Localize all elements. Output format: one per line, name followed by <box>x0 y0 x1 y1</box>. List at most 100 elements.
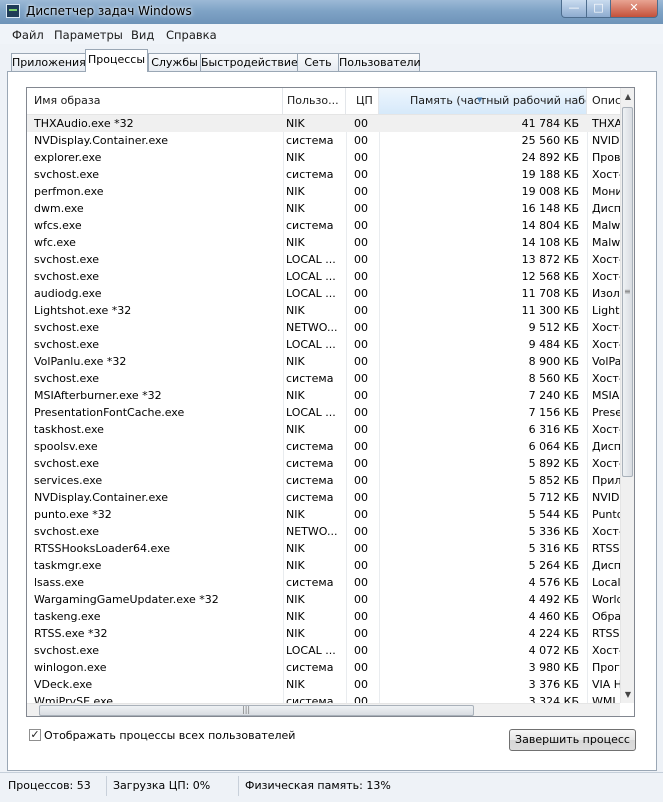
cell-user: NIK <box>286 202 305 215</box>
menu-options[interactable]: Параметры <box>54 28 123 42</box>
maximize-button[interactable]: □ <box>586 0 611 18</box>
cell-user: NIK <box>286 236 305 249</box>
cell-cpu: 00 <box>354 304 368 317</box>
cell-memory: 16 148 КБ <box>521 202 579 215</box>
title-bar[interactable]: Диспетчер задач Windows — □ ✕ <box>0 0 663 24</box>
cell-user: NIK <box>286 185 305 198</box>
cell-description: Хост- <box>592 423 620 436</box>
table-row[interactable]: services.exe система 00 5 852 КБ Прило <box>27 472 620 489</box>
table-row[interactable]: VolPanlu.exe *32 NIK 00 8 900 КБ VolPa <box>27 353 620 370</box>
cell-image-name: spoolsv.exe <box>34 440 98 453</box>
table-row[interactable]: THXAudio.exe *32 NIK 00 41 784 КБ THXA <box>27 115 620 132</box>
table-row[interactable]: svchost.exe LOCAL ... 00 13 872 КБ Хост- <box>27 251 620 268</box>
table-row[interactable]: NVDisplay.Container.exe система 00 5 712 КБ… <box>27 489 620 506</box>
table-row[interactable]: RTSS.exe *32 NIK 00 4 224 КБ RTSS <box>27 625 620 642</box>
cell-image-name: PresentationFontCache.exe <box>34 406 185 419</box>
cell-image-name: RTSS.exe *32 <box>34 627 108 640</box>
column-memory[interactable]: ▼ Память (частный рабочий набор) <box>379 88 587 114</box>
table-row[interactable]: svchost.exe система 00 19 188 КБ Хост- <box>27 166 620 183</box>
table-row[interactable]: PresentationFontCache.exe LOCAL ... 00 7 15… <box>27 404 620 421</box>
table-row[interactable]: svchost.exe NETWO... 00 5 336 КБ Хост- <box>27 523 620 540</box>
column-user[interactable]: Пользо... <box>283 88 346 114</box>
table-row[interactable]: dwm.exe NIK 00 16 148 КБ Диспе <box>27 200 620 217</box>
cell-cpu: 00 <box>354 627 368 640</box>
table-row[interactable]: svchost.exe система 00 5 892 КБ Хост- <box>27 455 620 472</box>
sort-descending-icon: ▼ <box>477 96 483 104</box>
column-image-name[interactable]: Имя образа <box>27 88 283 114</box>
table-row[interactable]: svchost.exe система 00 8 560 КБ Хост- <box>27 370 620 387</box>
table-row[interactable]: audiodg.exe LOCAL ... 00 11 708 КБ Изоля <box>27 285 620 302</box>
cell-description: Прогр <box>592 661 620 674</box>
cell-cpu: 00 <box>354 423 368 436</box>
horizontal-scroll-thumb[interactable] <box>39 705 474 716</box>
cell-cpu: 00 <box>354 559 368 572</box>
cell-user: NETWO... <box>286 321 338 334</box>
cell-memory: 25 560 КБ <box>521 134 579 147</box>
cell-description: Прило <box>592 474 620 487</box>
cell-memory: 8 900 КБ <box>528 355 579 368</box>
grip-icon: ||| <box>242 705 251 714</box>
table-row[interactable]: perfmon.exe NIK 00 19 008 КБ Мони <box>27 183 620 200</box>
cell-cpu: 00 <box>354 610 368 623</box>
cell-user: LOCAL ... <box>286 338 336 351</box>
horizontal-scrollbar[interactable]: ||| <box>27 703 620 716</box>
cell-description: VIA H <box>592 678 620 691</box>
table-row[interactable]: taskeng.exe NIK 00 4 460 КБ Обра <box>27 608 620 625</box>
table-row[interactable]: WmiPrvSE.exe система 00 3 324 КБ WMI I <box>27 693 620 703</box>
table-row[interactable]: VDeck.exe NIK 00 3 376 КБ VIA H <box>27 676 620 693</box>
table-row[interactable]: WargamingGameUpdater.exe *32 NIK 00 4 492 К… <box>27 591 620 608</box>
end-process-button[interactable]: Завершить процесс <box>509 729 636 751</box>
show-all-users-checkbox[interactable]: ✓ <box>29 729 41 741</box>
tab-network[interactable]: Сеть <box>297 53 339 71</box>
menu-help[interactable]: Справка <box>166 28 217 42</box>
menu-file[interactable]: Файл <box>12 28 44 42</box>
cell-cpu: 00 <box>354 270 368 283</box>
process-list[interactable]: Имя образа Пользо... ЦП ▼ Память (частны… <box>26 87 635 717</box>
cell-image-name: wfcs.exe <box>34 219 82 232</box>
cell-user: система <box>286 219 334 232</box>
cell-image-name: MSIAfterburner.exe *32 <box>34 389 162 402</box>
table-row[interactable]: winlogon.exe система 00 3 980 КБ Прогр <box>27 659 620 676</box>
table-row[interactable]: NVDisplay.Container.exe система 00 25 560 К… <box>27 132 620 149</box>
column-cpu[interactable]: ЦП <box>346 88 379 114</box>
cell-image-name: wfc.exe <box>34 236 76 249</box>
tab-performance[interactable]: Быстродействие <box>200 53 298 71</box>
cell-description: Punto <box>592 508 620 521</box>
close-button[interactable]: ✕ <box>610 0 658 18</box>
table-row[interactable]: spoolsv.exe система 00 6 064 КБ Диспе <box>27 438 620 455</box>
table-row[interactable]: taskhost.exe NIK 00 6 316 КБ Хост- <box>27 421 620 438</box>
cell-image-name: dwm.exe <box>34 202 84 215</box>
scroll-down-icon[interactable]: ▼ <box>621 690 634 699</box>
table-row[interactable]: svchost.exe LOCAL ... 00 4 072 КБ Хост- <box>27 642 620 659</box>
menu-view[interactable]: Вид <box>131 28 154 42</box>
table-row[interactable]: explorer.exe NIK 00 24 892 КБ Прово <box>27 149 620 166</box>
table-row[interactable]: lsass.exe система 00 4 576 КБ Local <box>27 574 620 591</box>
tab-services[interactable]: Службы <box>148 53 201 71</box>
cell-cpu: 00 <box>354 202 368 215</box>
scroll-up-icon[interactable]: ▲ <box>621 92 634 101</box>
table-row[interactable]: taskmgr.exe NIK 00 5 264 КБ Диспе <box>27 557 620 574</box>
cell-image-name: Lightshot.exe *32 <box>34 304 132 317</box>
minimize-button[interactable]: — <box>561 0 587 18</box>
table-row[interactable]: wfcs.exe система 00 14 804 КБ Malwa <box>27 217 620 234</box>
tab-processes[interactable]: Процессы <box>85 49 148 72</box>
table-row[interactable]: Lightshot.exe *32 NIK 00 11 300 КБ Lights <box>27 302 620 319</box>
tab-users[interactable]: Пользователи <box>338 53 421 71</box>
cell-description: Хост- <box>592 525 620 538</box>
table-row[interactable]: MSIAfterburner.exe *32 NIK 00 7 240 КБ MSIA <box>27 387 620 404</box>
window-title: Диспетчер задач Windows <box>26 4 192 18</box>
cell-image-name: VolPanlu.exe *32 <box>34 355 127 368</box>
table-row[interactable]: svchost.exe LOCAL ... 00 9 484 КБ Хост- <box>27 336 620 353</box>
table-row[interactable]: svchost.exe NETWO... 00 9 512 КБ Хост- <box>27 319 620 336</box>
table-row[interactable]: wfc.exe NIK 00 14 108 КБ Malwa <box>27 234 620 251</box>
cell-description: Хост- <box>592 270 620 283</box>
cell-description: Prese <box>592 406 620 419</box>
cell-memory: 5 852 КБ <box>528 474 579 487</box>
vertical-scrollbar[interactable]: ▲ ≡ ▼ <box>620 88 634 703</box>
cell-description: THXA <box>592 117 620 130</box>
table-row[interactable]: RTSSHooksLoader64.exe NIK 00 5 316 КБ RTSS <box>27 540 620 557</box>
table-row[interactable]: svchost.exe LOCAL ... 00 12 568 КБ Хост- <box>27 268 620 285</box>
column-description[interactable]: Описа <box>587 88 620 114</box>
table-row[interactable]: punto.exe *32 NIK 00 5 544 КБ Punto <box>27 506 620 523</box>
tab-applications[interactable]: Приложения <box>11 53 86 71</box>
